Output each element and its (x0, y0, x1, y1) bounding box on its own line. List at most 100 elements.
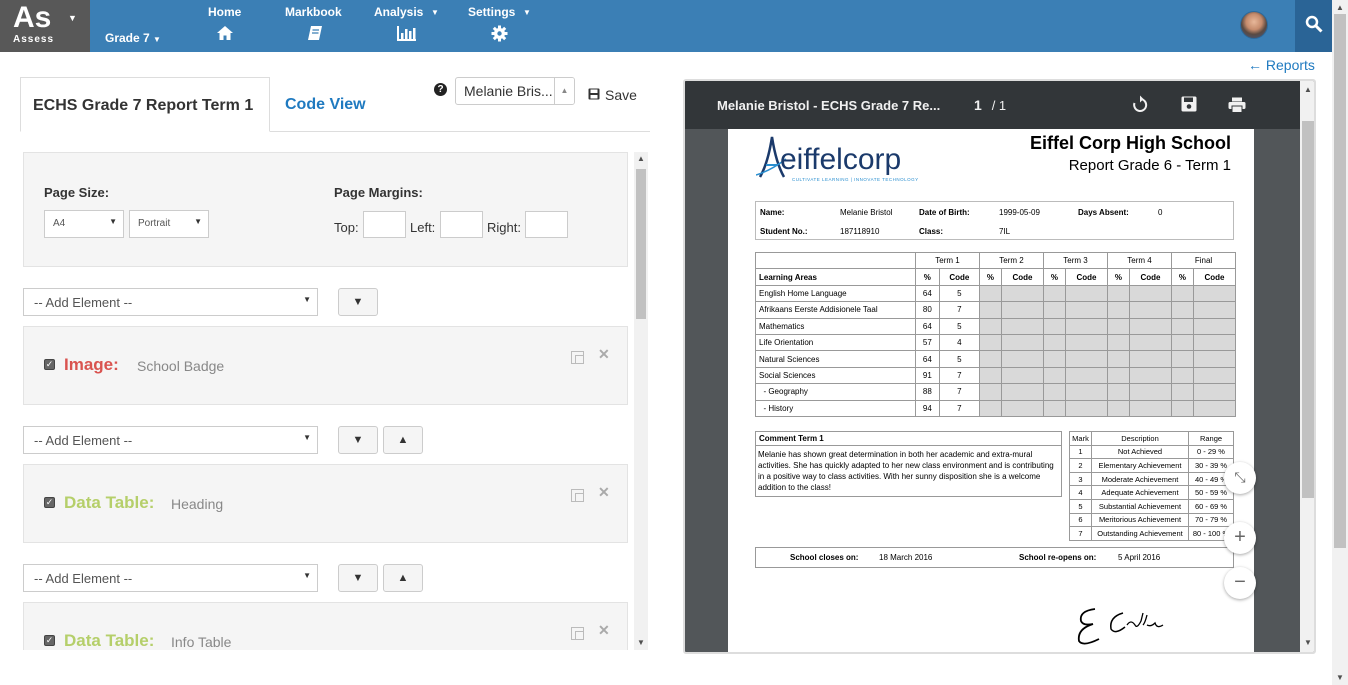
subject-name: English Home Language (755, 284, 916, 303)
window-scrollbar[interactable]: ▲ ▼ (1332, 0, 1348, 685)
pdf-scrollbar-thumb[interactable] (1302, 121, 1314, 498)
term-header: Term 2 (979, 251, 1044, 270)
close-icon[interactable]: ✕ (598, 622, 610, 639)
page-margins-label: Page Margins: (334, 185, 423, 200)
scroll-up-icon[interactable]: ▲ (637, 154, 645, 163)
comment-title: Comment Term 1 (756, 432, 1061, 446)
move-up-button[interactable]: ▲ (383, 564, 423, 592)
table-row: Afrikaans Eerste Addisionele Taal 80 7 (755, 301, 1237, 319)
table-row: 2 Elementary Achievement 30 - 39 % (1069, 458, 1234, 473)
margin-right-input[interactable] (525, 211, 568, 238)
subject-name: Life Orientation (755, 333, 916, 352)
table-row: 4 Adequate Achievement 50 - 59 % (1069, 485, 1234, 500)
add-element-label: -- Add Element -- (34, 433, 133, 448)
window-scrollbar-thumb[interactable] (1334, 14, 1346, 548)
top-navbar: As ▼ Assess Grade 7 ▼ Home Markbook Anal… (0, 0, 1332, 52)
app-logo[interactable]: As ▼ Assess (0, 0, 90, 52)
settings-caret-icon: ▼ (523, 8, 531, 17)
term-header: Term 4 (1107, 251, 1172, 270)
scroll-down-icon[interactable]: ▼ (1304, 638, 1312, 647)
student-select[interactable]: Melanie Bris... ▲ (455, 77, 575, 105)
add-element-select[interactable]: -- Add Element -- ▼ (23, 564, 318, 592)
app-root: As ▼ Assess Grade 7 ▼ Home Markbook Anal… (0, 0, 1348, 685)
reopens-value: 5 April 2016 (1118, 553, 1161, 562)
copy-icon[interactable] (571, 351, 584, 364)
reopens-label: School re-opens on: (1019, 553, 1097, 562)
download-icon[interactable] (1181, 96, 1197, 112)
close-icon[interactable]: ✕ (598, 484, 610, 501)
element-checkbox[interactable]: ✓ (44, 359, 55, 370)
element-type: Image: (64, 355, 119, 374)
move-down-button[interactable]: ▼ (338, 564, 378, 592)
move-down-button[interactable]: ▼ (338, 426, 378, 454)
reports-link[interactable]: ← Reports (1248, 57, 1315, 73)
element-checkbox[interactable]: ✓ (44, 497, 55, 508)
report-page: eiffelcorp CULTIVATE LEARNING | INNOVATE… (728, 129, 1254, 652)
scroll-up-icon[interactable]: ▲ (1304, 85, 1312, 94)
add-element-select[interactable]: -- Add Element -- ▼ (23, 426, 318, 454)
design-panel-scrollbar-thumb[interactable] (636, 169, 646, 319)
subject-code: 7 (938, 383, 981, 401)
code-desc: Adequate Achievement (1091, 485, 1189, 500)
margin-left-input[interactable] (440, 211, 483, 238)
pct-header: % (915, 268, 940, 286)
rotate-icon[interactable] (1132, 95, 1148, 113)
scroll-up-icon[interactable]: ▲ (1336, 3, 1344, 12)
element-card: ✓ Data Table: Info Table ✕ (23, 602, 628, 650)
tab-report-design[interactable]: ECHS Grade 7 Report Term 1 (20, 77, 270, 132)
grade-dropdown[interactable]: Grade 7 ▼ (105, 31, 161, 45)
help-icon[interactable]: ? (434, 83, 447, 96)
pdf-toolbar: Melanie Bristol - ECHS Grade 7 Re... 1 /… (685, 81, 1300, 129)
element-checkbox[interactable]: ✓ (44, 635, 55, 646)
scroll-down-icon[interactable]: ▼ (637, 638, 645, 647)
chevron-down-icon: ▼ (352, 572, 364, 584)
page-size-select[interactable]: A4 ▼ (44, 210, 124, 238)
dob-value: 1999-05-09 (999, 208, 1040, 217)
copy-icon[interactable] (571, 627, 584, 640)
user-avatar[interactable] (1240, 11, 1268, 39)
element-name: Heading (171, 496, 224, 512)
zoom-out-button[interactable]: − (1224, 567, 1256, 599)
margin-top-input[interactable] (363, 211, 406, 238)
design-panel-scrollbar[interactable]: ▲ ▼ (634, 152, 648, 650)
save-icon (588, 88, 600, 100)
code-mark: 7 (1069, 526, 1092, 541)
subject-code: 7 (938, 399, 981, 417)
orientation-select[interactable]: Portrait ▼ (129, 210, 209, 238)
code-range: 0 - 29 % (1188, 444, 1234, 460)
pct-header: % (1107, 268, 1130, 286)
subject-name: Afrikaans Eerste Addisionele Taal (755, 301, 916, 319)
class-label: Class: (919, 227, 944, 236)
logo-subtext: Assess (13, 34, 55, 45)
page-size-caret-icon: ▼ (109, 217, 117, 226)
pdf-scrollbar[interactable]: ▲ ▼ (1300, 81, 1314, 652)
code-header: Code (1192, 268, 1237, 286)
search-icon (1305, 15, 1323, 33)
add-element-select[interactable]: -- Add Element -- ▼ (23, 288, 318, 316)
code-desc: Elementary Achievement (1091, 458, 1189, 473)
print-icon[interactable] (1228, 97, 1246, 113)
description-header: Description (1091, 431, 1189, 446)
pdf-page-current[interactable]: 1 (974, 97, 982, 113)
fit-page-icon: ⤡ (1234, 469, 1246, 485)
grades-table: Term 1 Term 2 Term 3 Term 4 Final Learni… (755, 251, 1237, 417)
zoom-in-button[interactable]: + (1224, 522, 1256, 554)
fit-page-button[interactable]: ⤡ (1224, 462, 1256, 494)
subject-pct: 80 (915, 301, 940, 319)
tab-code-view[interactable]: Code View (285, 96, 366, 114)
comment-text: Melanie has shown great determination in… (758, 450, 1054, 492)
pdf-page-total: / 1 (991, 98, 1007, 113)
code-desc: Not Achieved (1091, 444, 1189, 460)
logo-wordmark: eiffelcorp (780, 143, 901, 176)
table-row: Life Orientation 57 4 (755, 333, 1237, 352)
close-icon[interactable]: ✕ (598, 346, 610, 363)
copy-icon[interactable] (571, 489, 584, 502)
days-absent-value: 0 (1158, 208, 1163, 217)
move-up-button[interactable]: ▲ (383, 426, 423, 454)
closes-value: 18 March 2016 (879, 553, 933, 562)
code-range: 60 - 69 % (1188, 498, 1234, 514)
pdf-title: Melanie Bristol - ECHS Grade 7 Re... (717, 98, 941, 113)
search-button[interactable] (1295, 0, 1332, 52)
move-down-button[interactable]: ▼ (338, 288, 378, 316)
scroll-down-icon[interactable]: ▼ (1336, 673, 1344, 682)
